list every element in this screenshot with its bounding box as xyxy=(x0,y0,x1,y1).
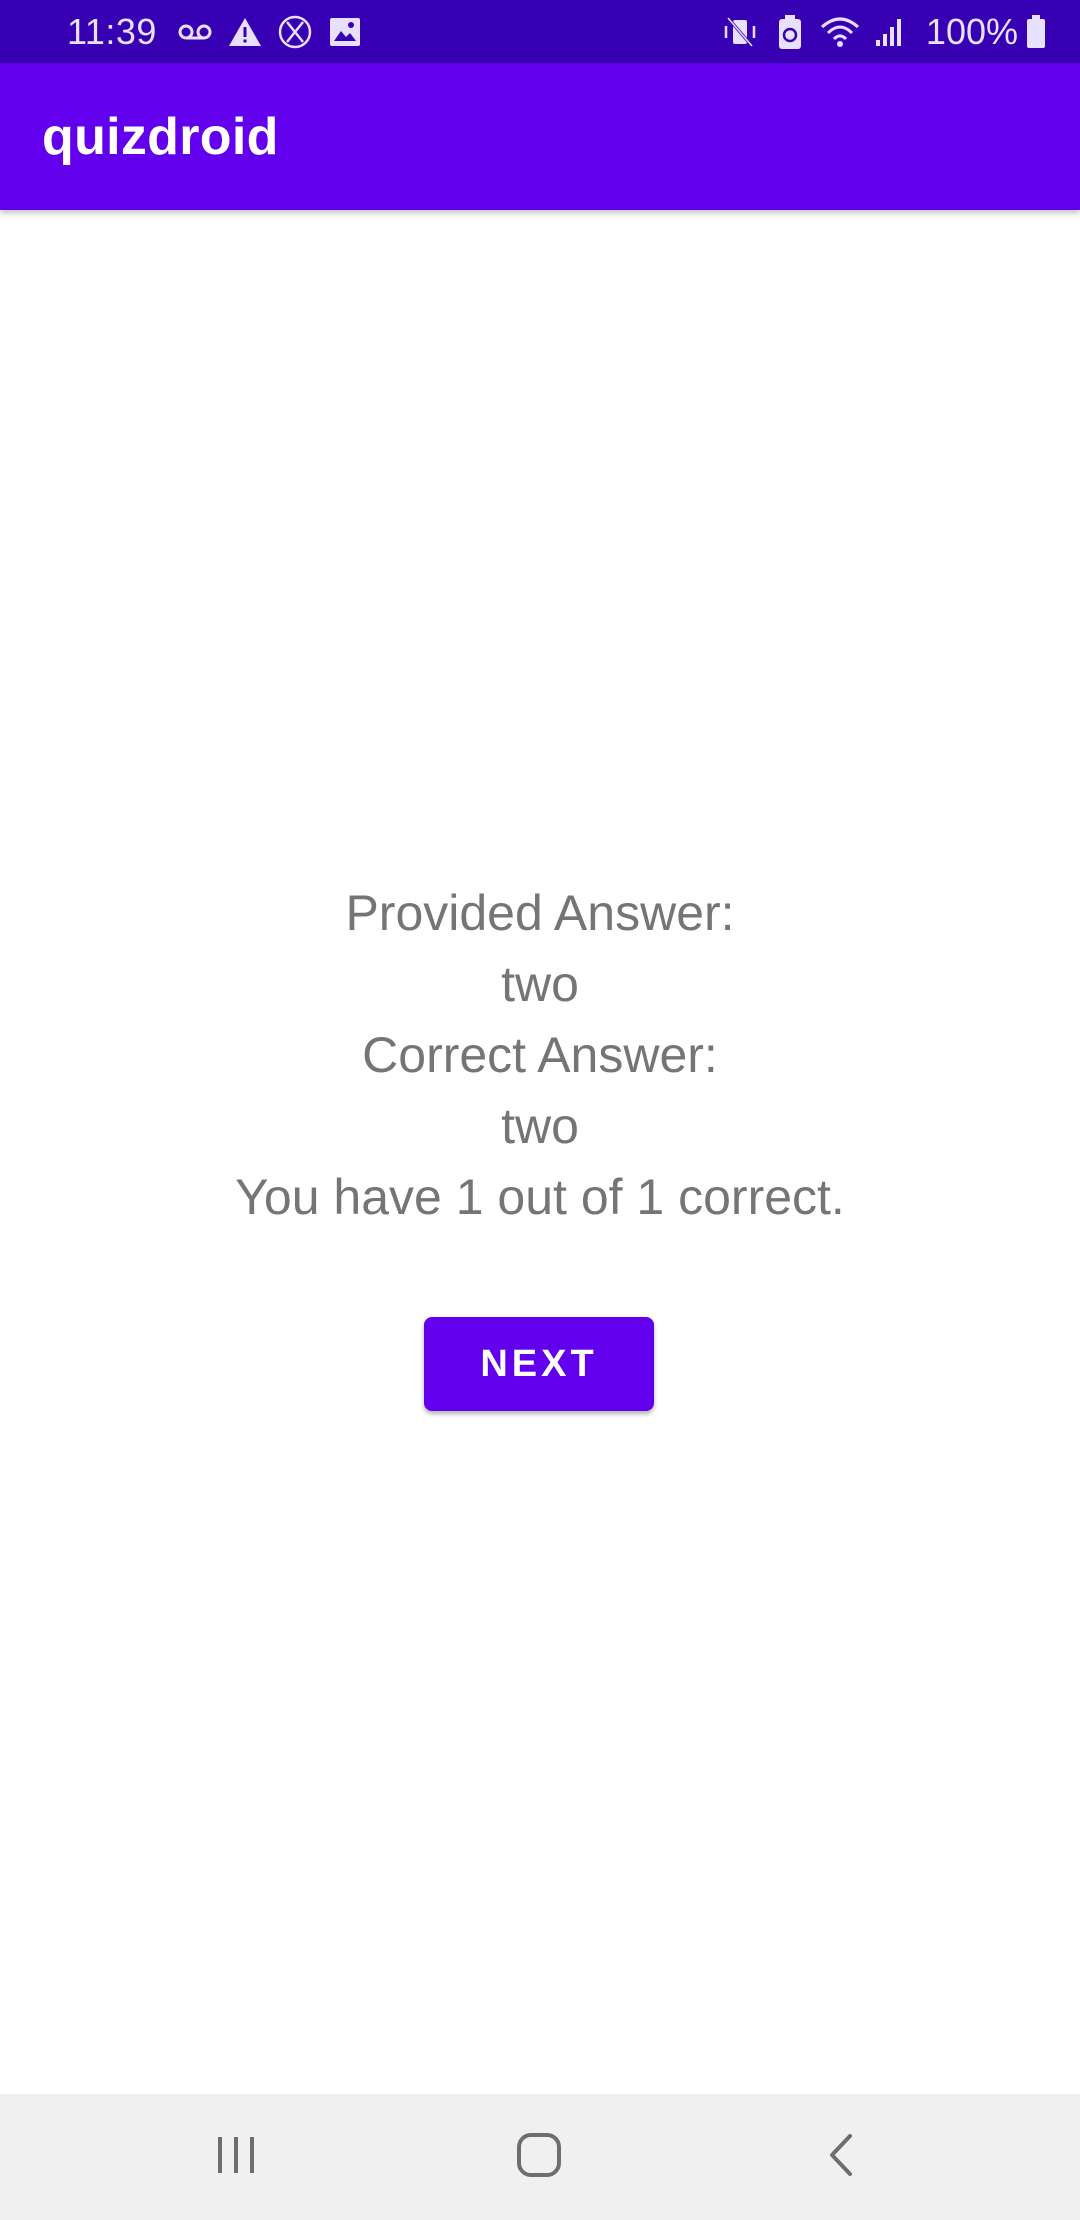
provided-answer-value: two xyxy=(501,956,579,1012)
status-bar: 11:39 100% xyxy=(0,0,1080,63)
home-icon xyxy=(516,2132,562,2183)
status-time: 11:39 xyxy=(67,10,157,52)
back-icon xyxy=(826,2132,856,2183)
status-left: 11:39 xyxy=(67,11,375,53)
status-right: 100% xyxy=(720,11,1048,53)
image-icon xyxy=(325,12,365,52)
vibrate-icon xyxy=(720,12,760,52)
recent-apps-icon xyxy=(214,2135,258,2180)
battery-saver-icon xyxy=(770,12,810,52)
app-bar: quizdroid xyxy=(0,63,1080,210)
app-title: quizdroid xyxy=(42,107,279,166)
warning-icon xyxy=(225,12,265,52)
correct-answer-value: two xyxy=(501,1098,579,1154)
x-circle-icon xyxy=(275,12,315,52)
signal-icon xyxy=(870,12,910,52)
battery-icon xyxy=(1024,12,1048,52)
navigation-bar xyxy=(0,2094,1080,2220)
score-text: You have 1 out of 1 correct. xyxy=(235,1169,845,1225)
quiz-answer-screen: 11:39 100% quizdroid Provided Answer: tw… xyxy=(0,0,1080,2220)
answer-result: Provided Answer: two Correct Answer: two… xyxy=(0,878,1080,1233)
voicemail-icon xyxy=(175,12,215,52)
battery-percent: 100% xyxy=(925,10,1018,52)
correct-answer-label: Correct Answer: xyxy=(362,1027,718,1083)
next-button[interactable]: NEXT xyxy=(424,1317,654,1411)
back-button[interactable] xyxy=(781,2122,901,2192)
wifi-icon xyxy=(820,12,860,52)
provided-answer-label: Provided Answer: xyxy=(345,885,735,941)
main-content: Provided Answer: two Correct Answer: two… xyxy=(0,210,1080,2094)
home-button[interactable] xyxy=(479,2122,599,2192)
recent-apps-button[interactable] xyxy=(176,2122,296,2192)
